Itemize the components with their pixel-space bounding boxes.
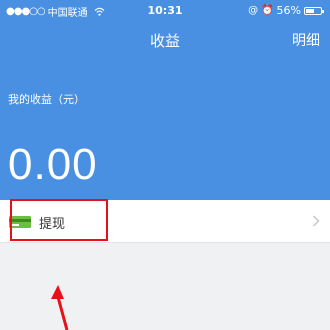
battery-percent: 56%	[276, 4, 301, 17]
arrow-up-icon	[51, 285, 69, 330]
highlight-box	[10, 199, 108, 241]
alarm-icon: ⏰	[261, 5, 274, 16]
battery-icon	[304, 6, 324, 15]
chevron-right-icon	[312, 215, 320, 227]
page-title: 收益	[149, 32, 180, 50]
income-label: 我的收益（元）	[8, 93, 85, 106]
rotation-lock-icon: @	[248, 5, 259, 16]
status-right: @ ⏰ 56%	[248, 4, 324, 17]
detail-button[interactable]: 明细	[292, 30, 320, 50]
income-amount: 0.00	[8, 140, 98, 189]
status-bar: ●●●○○ 中国联通 10:31 @ ⏰ 56%	[0, 0, 330, 22]
